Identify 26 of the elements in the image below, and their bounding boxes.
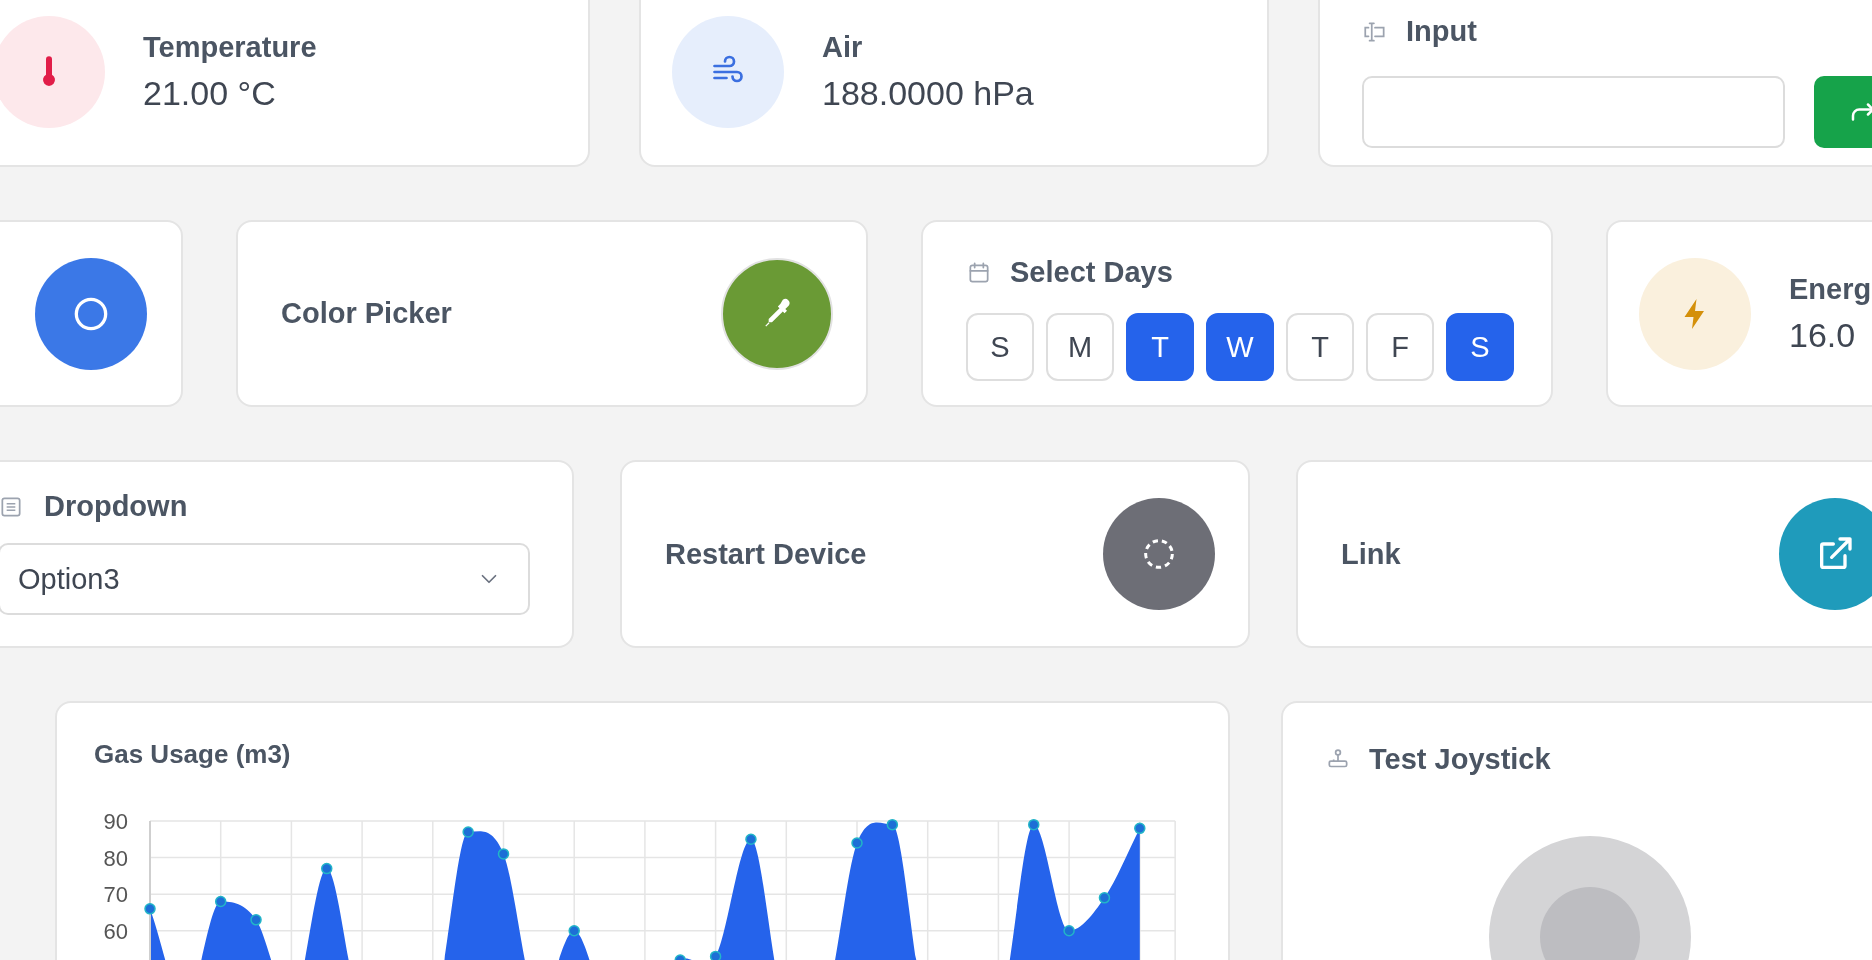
sensor-value: 16.0 (1789, 315, 1857, 355)
day-toggle[interactable]: T (1126, 313, 1194, 381)
day-toggle[interactable]: F (1366, 313, 1434, 381)
card-title: Restart Device (665, 537, 867, 571)
day-toggle[interactable]: S (966, 313, 1034, 381)
sensor-label: Air (822, 31, 864, 64)
card-title: Dropdown (44, 490, 188, 523)
card-title: Link (1341, 537, 1401, 571)
card-title: Test Joystick (1369, 743, 1551, 776)
sensor-value: 188.0000 hPa (822, 74, 1034, 113)
sensor-label: Energ (1789, 272, 1872, 306)
card-title: Color Picker (281, 297, 452, 330)
day-toggle[interactable]: M (1046, 313, 1114, 381)
sensor-value: 21.00 °C (143, 74, 277, 113)
y-axis-label: 70 (103, 882, 128, 908)
sensor-label: Temperature (143, 31, 317, 64)
day-toggle[interactable]: S (1446, 313, 1514, 381)
chart-title: Gas Usage (m3) (94, 739, 292, 770)
y-axis-label: 90 (103, 809, 128, 834)
dropdown-select[interactable]: Option3 (0, 543, 530, 615)
card-title: Input (1406, 15, 1477, 48)
day-toggle[interactable]: T (1286, 313, 1354, 381)
card-title: Select Days (1010, 256, 1173, 289)
y-axis-label: 80 (103, 845, 128, 871)
y-axis-label: 60 (103, 918, 128, 944)
day-toggle[interactable]: W (1206, 313, 1274, 381)
